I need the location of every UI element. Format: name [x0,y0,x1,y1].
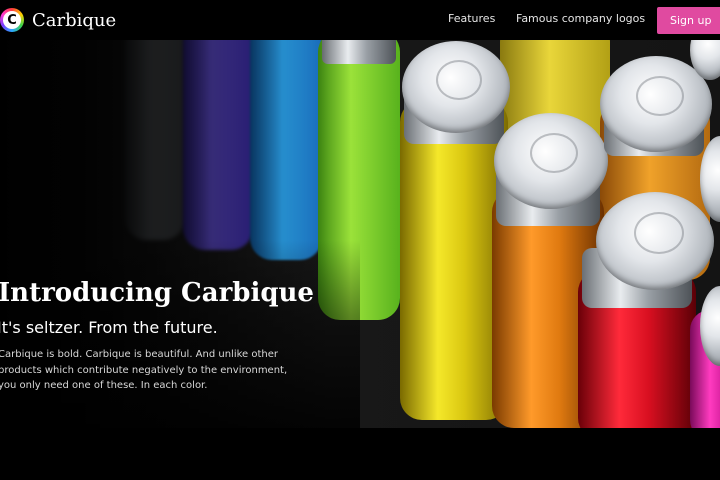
can-yellow-cap-ring [436,60,482,100]
can-amber-cap-ring [636,76,684,116]
nav-link-famous-company-logos[interactable]: Famous company logos [516,12,645,25]
can-green-collar [322,40,396,64]
top-navigation-bar: C Carbique Features Famous company logos… [0,0,720,40]
hero-title: Introducing Carbique [0,278,314,308]
logo-letter: C [3,11,21,29]
brand-logo[interactable]: C Carbique [0,8,116,32]
brand-name: Carbique [32,9,117,31]
hero-subtitle: It's seltzer. From the future. [0,318,218,337]
hero-description: Carbique is bold. Carbique is beautiful.… [0,349,288,391]
sign-up-button[interactable]: Sign up [657,7,720,34]
can-red-cap-ring [634,212,684,254]
nav-link-features[interactable]: Features [448,12,495,25]
can-orange-cap-ring [530,133,578,173]
page-footer-area [0,428,720,480]
carbique-logo-icon: C [0,8,24,32]
